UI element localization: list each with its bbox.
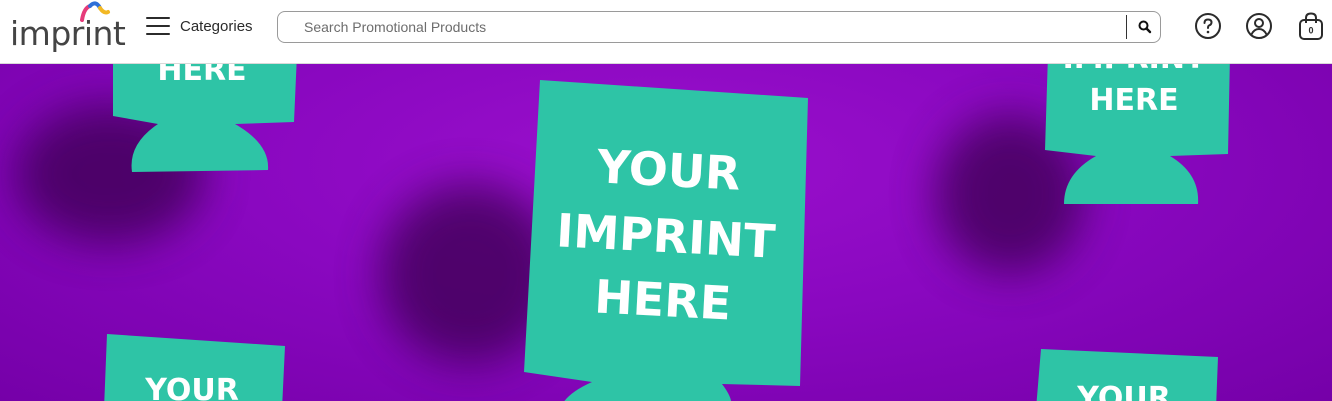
site-header: imprint Categories Search Promotional Pr…	[0, 0, 1332, 64]
search-bar	[277, 11, 1161, 43]
koozie-main-line1: YOUR	[595, 139, 742, 200]
search-button[interactable]	[1130, 12, 1160, 42]
koozie-bottom-right-text: YOUR	[1076, 381, 1171, 401]
koozie-bottom-right: YOUR	[1036, 349, 1218, 401]
koozie-top-right-line2: HERE	[1089, 83, 1178, 118]
hamburger-icon	[146, 15, 170, 37]
koozie-top-left-text: HERE	[157, 64, 246, 88]
koozie-main-line3: HERE	[593, 269, 732, 330]
search-icon	[1138, 20, 1152, 34]
search-input[interactable]	[304, 12, 1124, 42]
help-button[interactable]	[1194, 12, 1222, 42]
koozie-bottom-left-text: YOUR	[144, 373, 239, 401]
logo-text: imprint	[10, 14, 126, 53]
koozie-top-right: IMPRINT HERE	[1045, 64, 1230, 204]
account-button[interactable]	[1245, 12, 1273, 42]
cart-button[interactable]: 0	[1297, 11, 1325, 41]
hero-banner: HERE IMPRINT HERE YOUR IMPRINT HERE YOUR…	[0, 64, 1332, 401]
koozie-main: YOUR IMPRINT HERE	[524, 80, 808, 401]
cart-icon: 0	[1299, 12, 1323, 40]
hero-image: HERE IMPRINT HERE YOUR IMPRINT HERE YOUR…	[15, 64, 1230, 401]
koozie-bottom-left: YOUR	[104, 334, 285, 401]
categories-menu-button[interactable]: Categories	[146, 13, 256, 39]
koozie-top-right-line1: IMPRINT	[1063, 64, 1206, 76]
site-logo[interactable]: imprint	[10, 0, 126, 60]
koozie-main-line2: IMPRINT	[555, 203, 777, 268]
cart-count: 0	[1308, 26, 1313, 36]
help-icon	[1195, 13, 1221, 39]
search-divider	[1126, 15, 1127, 39]
koozie-top-left: HERE	[113, 64, 297, 172]
categories-label: Categories	[180, 17, 253, 35]
account-icon	[1246, 13, 1272, 39]
